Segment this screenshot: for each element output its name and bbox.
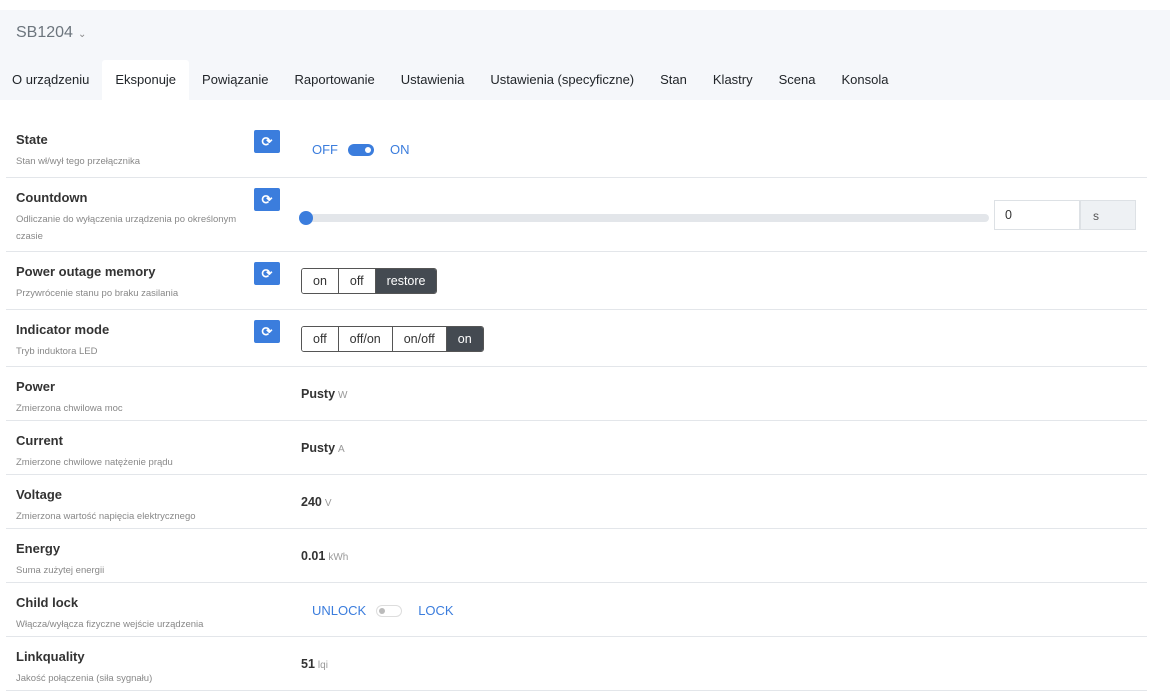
row-desc: Stan wł/wył tego przełącznika <box>16 156 141 167</box>
option-off[interactable]: off <box>302 327 339 351</box>
tab-ustawienia[interactable]: Ustawienia <box>388 60 478 100</box>
row-desc: Zmierzona wartość napięcia elektrycznego <box>16 511 196 522</box>
unit: W <box>338 390 348 401</box>
tab-powiazanie[interactable]: Powiązanie <box>189 60 282 100</box>
row-title: Current <box>16 433 63 448</box>
energy-value: 0.01 kWh <box>301 549 348 563</box>
unit: V <box>324 498 332 509</box>
tab-konsola[interactable]: Konsola <box>829 60 902 100</box>
row-power-outage-memory: Power outage memory Przywrócenie stanu po… <box>6 252 1147 310</box>
option-on[interactable]: on <box>446 327 483 351</box>
tab-stan[interactable]: Stan <box>647 60 700 100</box>
row-voltage: Voltage Zmierzona wartość napięcia elektr… <box>6 475 1147 529</box>
refresh-icon[interactable]: ⟳ <box>254 130 280 153</box>
row-state: State Stan wł/wył tego przełącznika ⟳ OFF… <box>6 120 1147 178</box>
current-value: Pusty A <box>301 441 345 455</box>
row-title: Indicator mode <box>16 322 110 337</box>
unit: lqi <box>317 660 328 671</box>
row-desc: Włącza/wyłącza fizyczne wejście urządzen… <box>16 619 204 630</box>
row-desc: Suma zużytej energii <box>16 565 105 576</box>
row-title: Power outage memory <box>16 264 156 279</box>
tab-scena[interactable]: Scena <box>766 60 829 100</box>
row-desc: Odliczanie do wyłączenia urządzenia po o… <box>16 214 237 242</box>
voltage-value: 240 V <box>301 495 332 509</box>
countdown-unit: s <box>1080 200 1136 230</box>
row-current: Current Zmierzone chwilowe natężenie prąd… <box>6 421 1147 475</box>
row-indicator-mode: Indicator mode Tryb induktora LED ⟳ off o… <box>6 310 1147 367</box>
unit: kWh <box>328 552 349 563</box>
device-name: SB1204 <box>16 24 73 41</box>
row-title: State <box>16 132 48 147</box>
row-title: Voltage <box>16 487 62 502</box>
row-desc: Zmierzona chwilowa moc <box>16 403 123 414</box>
option-on[interactable]: on <box>302 269 339 293</box>
state-toggle: OFF ON <box>312 142 410 157</box>
value: 0.01 <box>301 549 326 563</box>
linkquality-value: 51 lqi <box>301 657 328 671</box>
row-desc: Jakość połączenia (siła sygnału) <box>16 673 153 684</box>
power-outage-memory-buttons: on off restore <box>301 268 438 294</box>
unlock-label[interactable]: UNLOCK <box>312 603 366 618</box>
child-lock-switch[interactable] <box>376 604 403 617</box>
option-off-on[interactable]: off/on <box>338 327 393 351</box>
state-switch[interactable] <box>348 143 374 156</box>
row-child-lock: Child lock Włącza/wyłącza fizyczne wejści… <box>6 583 1147 637</box>
row-title: Child lock <box>16 595 79 610</box>
lock-label[interactable]: LOCK <box>418 603 453 618</box>
row-countdown: Countdown Odliczanie do wyłączenia urządz… <box>6 178 1147 252</box>
option-on-off[interactable]: on/off <box>392 327 447 351</box>
row-energy: Energy Suma zużytej energii 0.01 kWh <box>6 529 1147 583</box>
value: Pusty <box>301 387 336 401</box>
on-label[interactable]: ON <box>390 142 410 157</box>
row-linkquality: Linkquality Jakość połączenia (siła sygna… <box>6 637 1147 691</box>
tab-klastry[interactable]: Klastry <box>700 60 766 100</box>
row-power: Power Zmierzona chwilowa moc Pusty W <box>6 367 1147 421</box>
exposes-list: State Stan wł/wył tego przełącznika ⟳ OFF… <box>6 120 1147 691</box>
option-off[interactable]: off <box>338 269 376 293</box>
row-title: Countdown <box>16 190 88 205</box>
value: 51 <box>301 657 315 671</box>
row-desc: Tryb induktora LED <box>16 346 98 357</box>
device-selector[interactable]: SB1204 ⌄ <box>16 24 86 42</box>
row-title: Power <box>16 379 56 394</box>
tab-ustawienia-specyficzne[interactable]: Ustawienia (specyficzne) <box>477 60 647 100</box>
countdown-slider[interactable] <box>299 211 989 225</box>
power-value: Pusty W <box>301 387 348 401</box>
refresh-icon[interactable]: ⟳ <box>254 262 280 285</box>
unit: A <box>338 444 345 455</box>
option-restore[interactable]: restore <box>375 269 437 293</box>
device-header: SB1204 ⌄ O urządzeniu Eksponuje Powiązani… <box>0 10 1170 100</box>
tab-bar: O urządzeniu Eksponuje Powiązanie Raport… <box>0 60 901 100</box>
row-title: Energy <box>16 541 61 556</box>
tab-raportowanie[interactable]: Raportowanie <box>282 60 388 100</box>
chevron-down-icon: ⌄ <box>77 29 87 40</box>
tab-eksponuje[interactable]: Eksponuje <box>102 60 190 100</box>
child-lock-toggle: UNLOCK LOCK <box>312 603 454 618</box>
tab-o-urzadzeniu[interactable]: O urządzeniu <box>0 60 102 100</box>
refresh-icon[interactable]: ⟳ <box>254 320 280 343</box>
value: Pusty <box>301 441 336 455</box>
indicator-mode-buttons: off off/on on/off on <box>301 326 484 352</box>
row-desc: Zmierzone chwilowe natężenie prądu <box>16 457 173 468</box>
value: 240 <box>301 495 322 509</box>
slider-handle[interactable] <box>299 211 313 225</box>
refresh-icon[interactable]: ⟳ <box>254 188 280 211</box>
row-title: Linkquality <box>16 649 85 664</box>
countdown-input[interactable]: 0 <box>994 200 1080 230</box>
off-label[interactable]: OFF <box>312 142 338 157</box>
row-desc: Przywrócenie stanu po braku zasilania <box>16 288 179 299</box>
